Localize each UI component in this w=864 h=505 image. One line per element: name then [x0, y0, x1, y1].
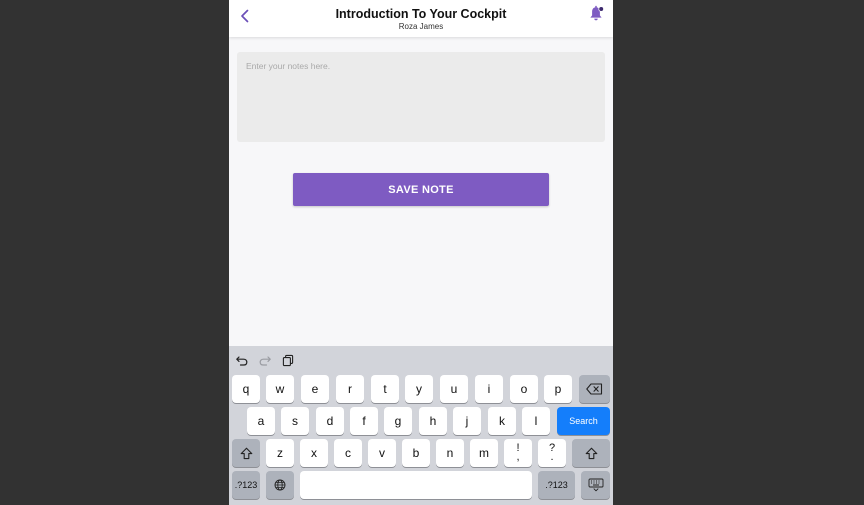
key-v[interactable]: v	[368, 439, 396, 467]
key-e[interactable]: e	[301, 375, 329, 403]
backspace-icon	[586, 383, 603, 395]
key-q[interactable]: q	[232, 375, 260, 403]
key-b[interactable]: b	[402, 439, 430, 467]
shift-icon	[585, 447, 597, 459]
key-t[interactable]: t	[371, 375, 399, 403]
key-i[interactable]: i	[475, 375, 503, 403]
key-p[interactable]: p	[544, 375, 572, 403]
key-s[interactable]: s	[281, 407, 309, 435]
hide-keyboard-key[interactable]	[581, 471, 610, 499]
key-a[interactable]: a	[247, 407, 275, 435]
key-n[interactable]: n	[436, 439, 464, 467]
keyboard-hide-icon	[588, 478, 603, 492]
chevron-left-icon	[241, 9, 249, 23]
backspace-key[interactable]	[579, 375, 610, 403]
numbers-key-left[interactable]: .?123	[232, 471, 260, 499]
page-title: Introduction To Your Cockpit	[335, 7, 507, 21]
key-l[interactable]: l	[522, 407, 550, 435]
globe-icon	[274, 479, 286, 491]
key-u[interactable]: u	[440, 375, 468, 403]
shift-icon	[240, 447, 252, 459]
key-h[interactable]: h	[419, 407, 447, 435]
shift-key-right[interactable]	[572, 439, 610, 467]
save-note-button[interactable]: SAVE NOTE	[293, 173, 549, 206]
notes-input[interactable]	[237, 52, 605, 142]
redo-icon	[259, 356, 271, 366]
redo-button[interactable]	[258, 353, 272, 367]
key-c[interactable]: c	[334, 439, 362, 467]
paste-icon	[282, 354, 294, 367]
key-m[interactable]: m	[470, 439, 498, 467]
key-question-period[interactable]: ? .	[538, 439, 566, 467]
keyboard-toolbar	[229, 346, 613, 374]
key-r[interactable]: r	[336, 375, 364, 403]
top-bar: Introduction To Your Cockpit Roza James	[229, 0, 613, 37]
paste-button[interactable]	[281, 353, 295, 367]
key-z[interactable]: z	[266, 439, 294, 467]
page-subtitle: Roza James	[398, 22, 444, 31]
key-j[interactable]: j	[453, 407, 481, 435]
back-button[interactable]	[235, 6, 255, 26]
bell-icon	[590, 5, 604, 21]
key-o[interactable]: o	[510, 375, 538, 403]
key-period-label: .	[550, 451, 554, 463]
key-w[interactable]: w	[266, 375, 294, 403]
numbers-key-right[interactable]: .?123	[538, 471, 575, 499]
key-f[interactable]: f	[350, 407, 378, 435]
title-block: Introduction To Your Cockpit Roza James	[279, 7, 563, 31]
key-x[interactable]: x	[300, 439, 328, 467]
key-d[interactable]: d	[316, 407, 344, 435]
key-k[interactable]: k	[488, 407, 516, 435]
key-comma-label: ,	[516, 451, 520, 463]
key-g[interactable]: g	[384, 407, 412, 435]
globe-key[interactable]	[266, 471, 294, 499]
key-y[interactable]: y	[405, 375, 433, 403]
undo-icon	[236, 356, 248, 366]
undo-button[interactable]	[235, 353, 249, 367]
space-bar[interactable]	[300, 471, 532, 499]
notifications-button[interactable]	[589, 5, 605, 23]
on-screen-keyboard: q w e r t y u i o p a s d f g h j k l Se…	[229, 346, 613, 505]
shift-key-left[interactable]	[232, 439, 260, 467]
key-exclaim-comma[interactable]: ! ,	[504, 439, 532, 467]
app-screen: Introduction To Your Cockpit Roza James …	[229, 0, 613, 505]
search-key[interactable]: Search	[557, 407, 610, 435]
